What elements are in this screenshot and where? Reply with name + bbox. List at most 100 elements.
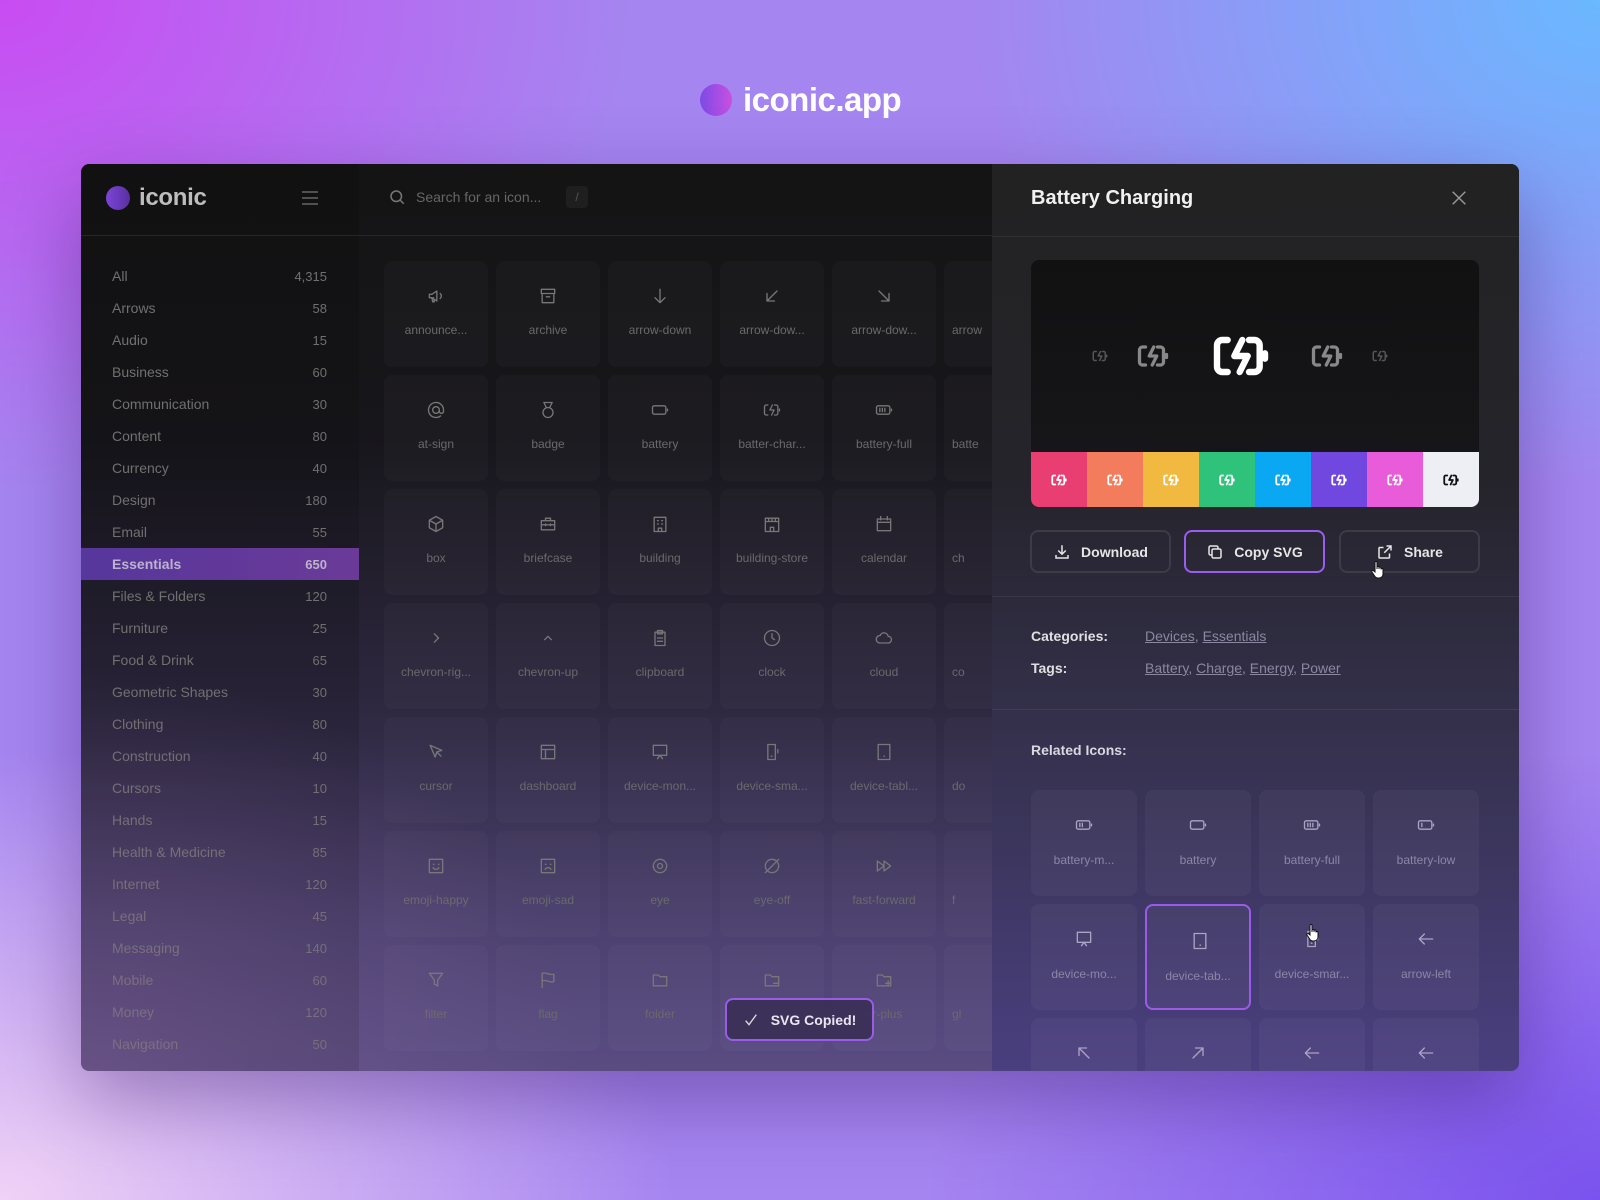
share-button[interactable]: Share [1339, 530, 1480, 573]
link-essentials[interactable]: Essentials [1203, 628, 1267, 644]
sidebar-item-geometric-shapes[interactable]: Geometric Shapes 30 [81, 676, 359, 708]
sidebar-item-essentials[interactable]: Essentials 650 [81, 548, 359, 580]
sidebar-item-money[interactable]: Money 120 [81, 996, 359, 1028]
sidebar-item-furniture[interactable]: Furniture 25 [81, 612, 359, 644]
sidebar-item-cursors[interactable]: Cursors 10 [81, 772, 359, 804]
icon-tile[interactable]: gl [944, 945, 992, 1051]
icon-tile[interactable]: chevron-rig... [384, 603, 488, 709]
sidebar-item-mobile[interactable]: Mobile 60 [81, 964, 359, 996]
link-battery[interactable]: Battery [1145, 660, 1188, 676]
icon-tile[interactable]: emoji-happy [384, 831, 488, 937]
copy-svg-button[interactable]: Copy SVG [1184, 530, 1325, 573]
icon-tile[interactable]: building-store [720, 489, 824, 595]
link-devices[interactable]: Devices [1145, 628, 1195, 644]
icon-tile[interactable]: dashboard [496, 717, 600, 823]
sidebar-item-content[interactable]: Content 80 [81, 420, 359, 452]
sidebar-item-internet[interactable]: Internet 120 [81, 868, 359, 900]
icon-tile[interactable]: building [608, 489, 712, 595]
icon-tile[interactable]: co [944, 603, 992, 709]
sidebar-item-design[interactable]: Design 180 [81, 484, 359, 516]
icon-tile[interactable]: battery-full [832, 375, 936, 481]
icon-tile[interactable]: calendar [832, 489, 936, 595]
related-icon-tile[interactable]: battery-low [1373, 790, 1479, 896]
related-icon-tile[interactable]: battery-full [1259, 790, 1365, 896]
close-icon[interactable] [1450, 189, 1468, 207]
icon-tile[interactable]: arrow [944, 261, 992, 367]
icon-tile[interactable]: device-sma... [720, 717, 824, 823]
related-icon-tile[interactable] [1031, 1018, 1137, 1071]
related-icon-tile[interactable]: battery-m... [1031, 790, 1137, 896]
icon-tile[interactable]: clipboard [608, 603, 712, 709]
icon-tile[interactable]: ch [944, 489, 992, 595]
icon-tile[interactable]: device-mon... [608, 717, 712, 823]
icon-tile[interactable]: filter [384, 945, 488, 1051]
sidebar-item-files-folders[interactable]: Files & Folders 120 [81, 580, 359, 612]
sidebar-item-arrows[interactable]: Arrows 58 [81, 292, 359, 324]
search-input[interactable] [416, 189, 556, 205]
icon-tile[interactable]: do [944, 717, 992, 823]
sidebar-item-email[interactable]: Email 55 [81, 516, 359, 548]
color-swatch[interactable] [1255, 452, 1311, 507]
related-icon-tile[interactable] [1259, 1018, 1365, 1071]
sidebar-item-business[interactable]: Business 60 [81, 356, 359, 388]
sidebar-item-navigation[interactable]: Navigation 50 [81, 1028, 359, 1060]
sidebar-item-all[interactable]: All 4,315 [81, 260, 359, 292]
color-swatch[interactable] [1367, 452, 1423, 507]
icon-tile[interactable]: arrow-down [608, 261, 712, 367]
related-icon-tile[interactable]: device-mo... [1031, 904, 1137, 1010]
icon-tile[interactable]: folder [608, 945, 712, 1051]
icon-tile[interactable]: announce... [384, 261, 488, 367]
sidebar-item-health-medicine[interactable]: Health & Medicine 85 [81, 836, 359, 868]
icon-tile[interactable]: batter-char... [720, 375, 824, 481]
related-icon-tile[interactable]: device-smar... [1259, 904, 1365, 1010]
related-icon-tile[interactable] [1373, 1018, 1479, 1071]
icon-tile[interactable]: emoji-sad [496, 831, 600, 937]
link-charge[interactable]: Charge [1196, 660, 1242, 676]
icon-tile[interactable]: flag [496, 945, 600, 1051]
icon-tile[interactable]: batte [944, 375, 992, 481]
color-swatch[interactable] [1423, 452, 1479, 507]
app-logo[interactable]: iconic [106, 184, 207, 212]
icon-tile[interactable]: chevron-up [496, 603, 600, 709]
sidebar-item-legal[interactable]: Legal 45 [81, 900, 359, 932]
icon-tile[interactable]: eye [608, 831, 712, 937]
color-swatch[interactable] [1311, 452, 1367, 507]
sidebar-item-communication[interactable]: Communication 30 [81, 388, 359, 420]
color-swatch[interactable] [1199, 452, 1255, 507]
sidebar-item-construction[interactable]: Construction 40 [81, 740, 359, 772]
icon-tile[interactable]: cursor [384, 717, 488, 823]
sidebar-item-clothing[interactable]: Clothing 80 [81, 708, 359, 740]
related-icon-tile[interactable]: device-tab... [1145, 904, 1251, 1010]
sidebar-item-food-drink[interactable]: Food & Drink 65 [81, 644, 359, 676]
color-swatch[interactable] [1087, 452, 1143, 507]
link-power[interactable]: Power [1301, 660, 1341, 676]
icon-tile[interactable]: box [384, 489, 488, 595]
related-icon-tile[interactable]: arrow-left [1373, 904, 1479, 1010]
sidebar-item-hands[interactable]: Hands 15 [81, 804, 359, 836]
link-energy[interactable]: Energy [1250, 660, 1293, 676]
icon-tile[interactable]: f [944, 831, 992, 937]
icon-tile[interactable]: archive [496, 261, 600, 367]
icon-tile[interactable]: eye-off [720, 831, 824, 937]
icon-tile[interactable]: briefcase [496, 489, 600, 595]
icon-tile[interactable]: fast-forward [832, 831, 936, 937]
icon-tile[interactable]: cloud [832, 603, 936, 709]
related-icon-tile[interactable] [1145, 1018, 1251, 1071]
icon-tile[interactable]: arrow-dow... [720, 261, 824, 367]
icon-tile[interactable]: arrow-dow... [832, 261, 936, 367]
icon-tile[interactable]: device-tabl... [832, 717, 936, 823]
sidebar-item-currency[interactable]: Currency 40 [81, 452, 359, 484]
related-icon-tile[interactable]: battery [1145, 790, 1251, 896]
color-swatch[interactable] [1143, 452, 1199, 507]
icon-tile[interactable]: clock [720, 603, 824, 709]
sidebar-item-audio[interactable]: Audio 15 [81, 324, 359, 356]
icon-tile[interactable]: at-sign [384, 375, 488, 481]
sidebar-item-messaging[interactable]: Messaging 140 [81, 932, 359, 964]
icon-tile[interactable]: battery [608, 375, 712, 481]
copy-svg-label: Copy SVG [1234, 543, 1303, 560]
color-swatch[interactable] [1031, 452, 1087, 507]
menu-icon[interactable] [300, 188, 320, 208]
download-button[interactable]: Download [1030, 530, 1171, 573]
icon-tile[interactable]: badge [496, 375, 600, 481]
icon-tile-label: at-sign [417, 437, 455, 451]
